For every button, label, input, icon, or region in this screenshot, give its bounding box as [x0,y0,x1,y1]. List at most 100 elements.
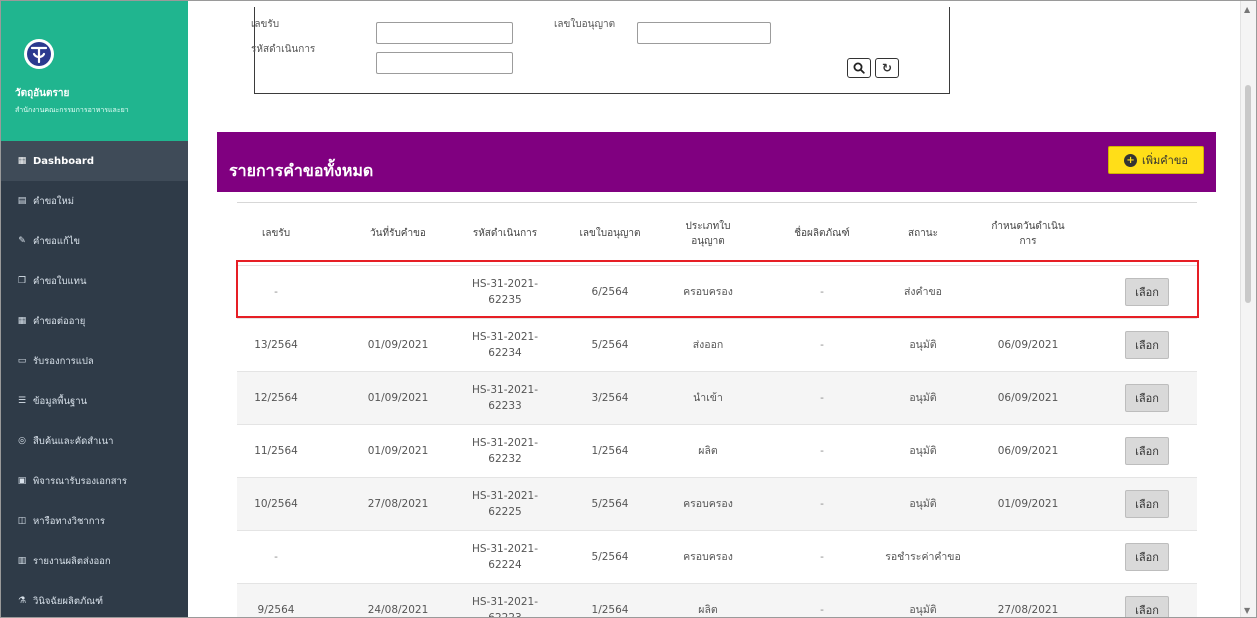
cell-code: HS-31-2021- 62233 [471,383,538,412]
cell-receipt: 11/2564 [254,444,298,457]
add-request-button[interactable]: + เพิ่มคำขอ [1108,146,1204,174]
search-button[interactable] [847,58,871,78]
scroll-thumb[interactable] [1245,85,1251,303]
table-row: 10/2564 27/08/2021 HS-31-2021- 62225 5/2564… [237,477,1197,530]
cell-date: 24/08/2021 [367,603,429,616]
cell-date: 01/09/2021 [367,391,429,404]
cell-due: 06/09/2021 [997,444,1059,457]
flask-icon: ⚗ [17,596,27,606]
cell-receipt: 12/2564 [254,391,298,404]
sidebar-item-1[interactable]: ✎ คำขอแก้ไข [1,221,188,261]
cell-date: 01/09/2021 [367,444,429,457]
select-button[interactable]: เลือก [1125,490,1169,518]
panel-title: รายการคำขอทั้งหมด [229,161,374,180]
sidebar-item-label: คำขอแก้ไข [33,235,81,247]
select-button[interactable]: เลือก [1125,331,1169,359]
search-icon [853,62,865,74]
cell-due: 06/09/2021 [997,338,1059,351]
search-form: เลขรับ เลขใบอนุญาต รหัสดำเนินการ ↻ [251,7,950,94]
sidebar-item-10[interactable]: ⚗ วินิจฉัยผลิตภัณฑ์ [1,581,188,617]
sidebar-item-label: คำขอใหม่ [33,195,75,207]
sidebar-item-3[interactable]: ▦ คำขอต่ออายุ [1,301,188,341]
cell-code: HS-31-2021- 62232 [471,436,538,465]
receipt-input[interactable] [376,22,513,44]
cell-license: 3/2564 [591,391,629,404]
cell-type: ผลิต [698,603,718,616]
cell-code: HS-31-2021- 62234 [471,330,538,359]
column-header-code: รหัสดำเนินการ [472,228,538,240]
select-button[interactable]: เลือก [1125,384,1169,412]
scroll-down-icon[interactable]: ▼ [1244,606,1250,615]
cell-type: ผลิต [698,444,718,457]
brand-subtitle: สำนักงานคณะกรรมการอาหารและยา [15,106,129,114]
select-button[interactable]: เลือก [1125,543,1169,571]
sidebar-item-5[interactable]: ☰ ข้อมูลพื้นฐาน [1,381,188,421]
select-button[interactable]: เลือก [1125,596,1169,617]
select-button[interactable]: เลือก [1125,437,1169,465]
table-row: 11/2564 01/09/2021 HS-31-2021- 62232 1/2564… [237,424,1197,477]
sidebar-item-8[interactable]: ◫ หารือทางวิชาการ [1,501,188,541]
sidebar-item-label: ข้อมูลพื้นฐาน [33,395,88,407]
table-row: 13/2564 01/09/2021 HS-31-2021- 62234 5/2564… [237,318,1197,371]
sidebar-item-label: รายงานผลิตส่งออก [33,555,111,567]
cell-license: 1/2564 [591,603,629,616]
sidebar-item-label: สืบค้นและคัดสำเนา [33,435,114,447]
cell-date [358,531,438,584]
table-row: 12/2564 01/09/2021 HS-31-2021- 62233 3/2564… [237,371,1197,424]
vertical-scrollbar[interactable]: ▲ ▼ [1240,1,1256,617]
translate-icon: ▭ [17,356,27,366]
cell-code: HS-31-2021- 62223 [471,595,538,618]
cell-date: 01/09/2021 [367,338,429,351]
column-header-due: กำหนดวันดำเนิน การ [991,220,1065,248]
cell-license: 5/2564 [591,338,629,351]
refresh-icon: ↻ [881,61,893,75]
sidebar-item-7[interactable]: ▣ พิจารณารับรองเอกสาร [1,461,188,501]
highlight-box [236,260,1199,318]
sidebar-item-0[interactable]: ▤ คำขอใหม่ [1,181,188,221]
column-header-date: วันที่รับคำขอ [370,228,426,240]
cell-status: อนุมัติ [909,391,937,404]
refresh-button[interactable]: ↻ [875,58,899,78]
table-row: - HS-31-2021- 62224 5/2564 ครอบครอง - รอชำระค… [237,530,1197,583]
sidebar-item-9[interactable]: ▥ รายงานผลิตส่งออก [1,541,188,581]
cell-code: HS-31-2021- 62225 [471,489,538,518]
cell-product: - [820,603,824,616]
copy-icon: ❐ [17,276,27,286]
report-icon: ▥ [17,556,27,566]
cell-code: HS-31-2021- 62224 [471,542,538,571]
sidebar-item-4[interactable]: ▭ รับรองการแปล [1,341,188,381]
app-window: วัตถุอันตราย สำนักงานคณะกรรมการอาหารและย… [0,0,1257,618]
brand-area: วัตถุอันตราย สำนักงานคณะกรรมการอาหารและย… [1,1,188,141]
scroll-up-icon[interactable]: ▲ [1244,5,1250,14]
sidebar: วัตถุอันตราย สำนักงานคณะกรรมการอาหารและย… [1,1,188,617]
process-code-input[interactable] [376,52,513,74]
cell-license: 5/2564 [591,497,629,510]
cell-type: ครอบครอง [683,550,733,563]
sidebar-item-label: Dashboard [33,155,94,167]
sidebar-item-2[interactable]: ❐ คำขอใบแทน [1,261,188,301]
cell-receipt: 9/2564 [257,603,295,616]
cell-status: อนุมัติ [909,497,937,510]
column-header-type: ประเภทใบ อนุญาต [685,220,731,248]
cell-product: - [820,444,824,457]
plus-circle-icon: + [1124,153,1138,167]
column-header-status: สถานะ [908,228,938,240]
dashboard-icon: ▦ [17,156,27,166]
table-divider [237,202,1197,203]
fda-logo [24,39,54,69]
license-input[interactable] [637,22,771,44]
cell-product: - [820,338,824,351]
sidebar-item-dashboard[interactable]: ▦ Dashboard [1,141,188,181]
sidebar-item-label: รับรองการแปล [33,355,94,367]
document-icon: ▤ [17,196,27,206]
sidebar-item-label: วินิจฉัยผลิตภัณฑ์ [33,595,103,607]
cell-type: นำเข้า [693,391,723,404]
cell-license: 1/2564 [591,444,629,457]
cell-due: 27/08/2021 [997,603,1059,616]
cell-status: อนุมัติ [909,444,937,457]
cell-receipt: 10/2564 [254,497,298,510]
sidebar-item-6[interactable]: ◎ สืบค้นและคัดสำเนา [1,421,188,461]
column-header-license: เลขใบอนุญาต [579,228,641,240]
cell-status: อนุมัติ [909,603,937,616]
cell-license: 5/2564 [591,550,629,563]
